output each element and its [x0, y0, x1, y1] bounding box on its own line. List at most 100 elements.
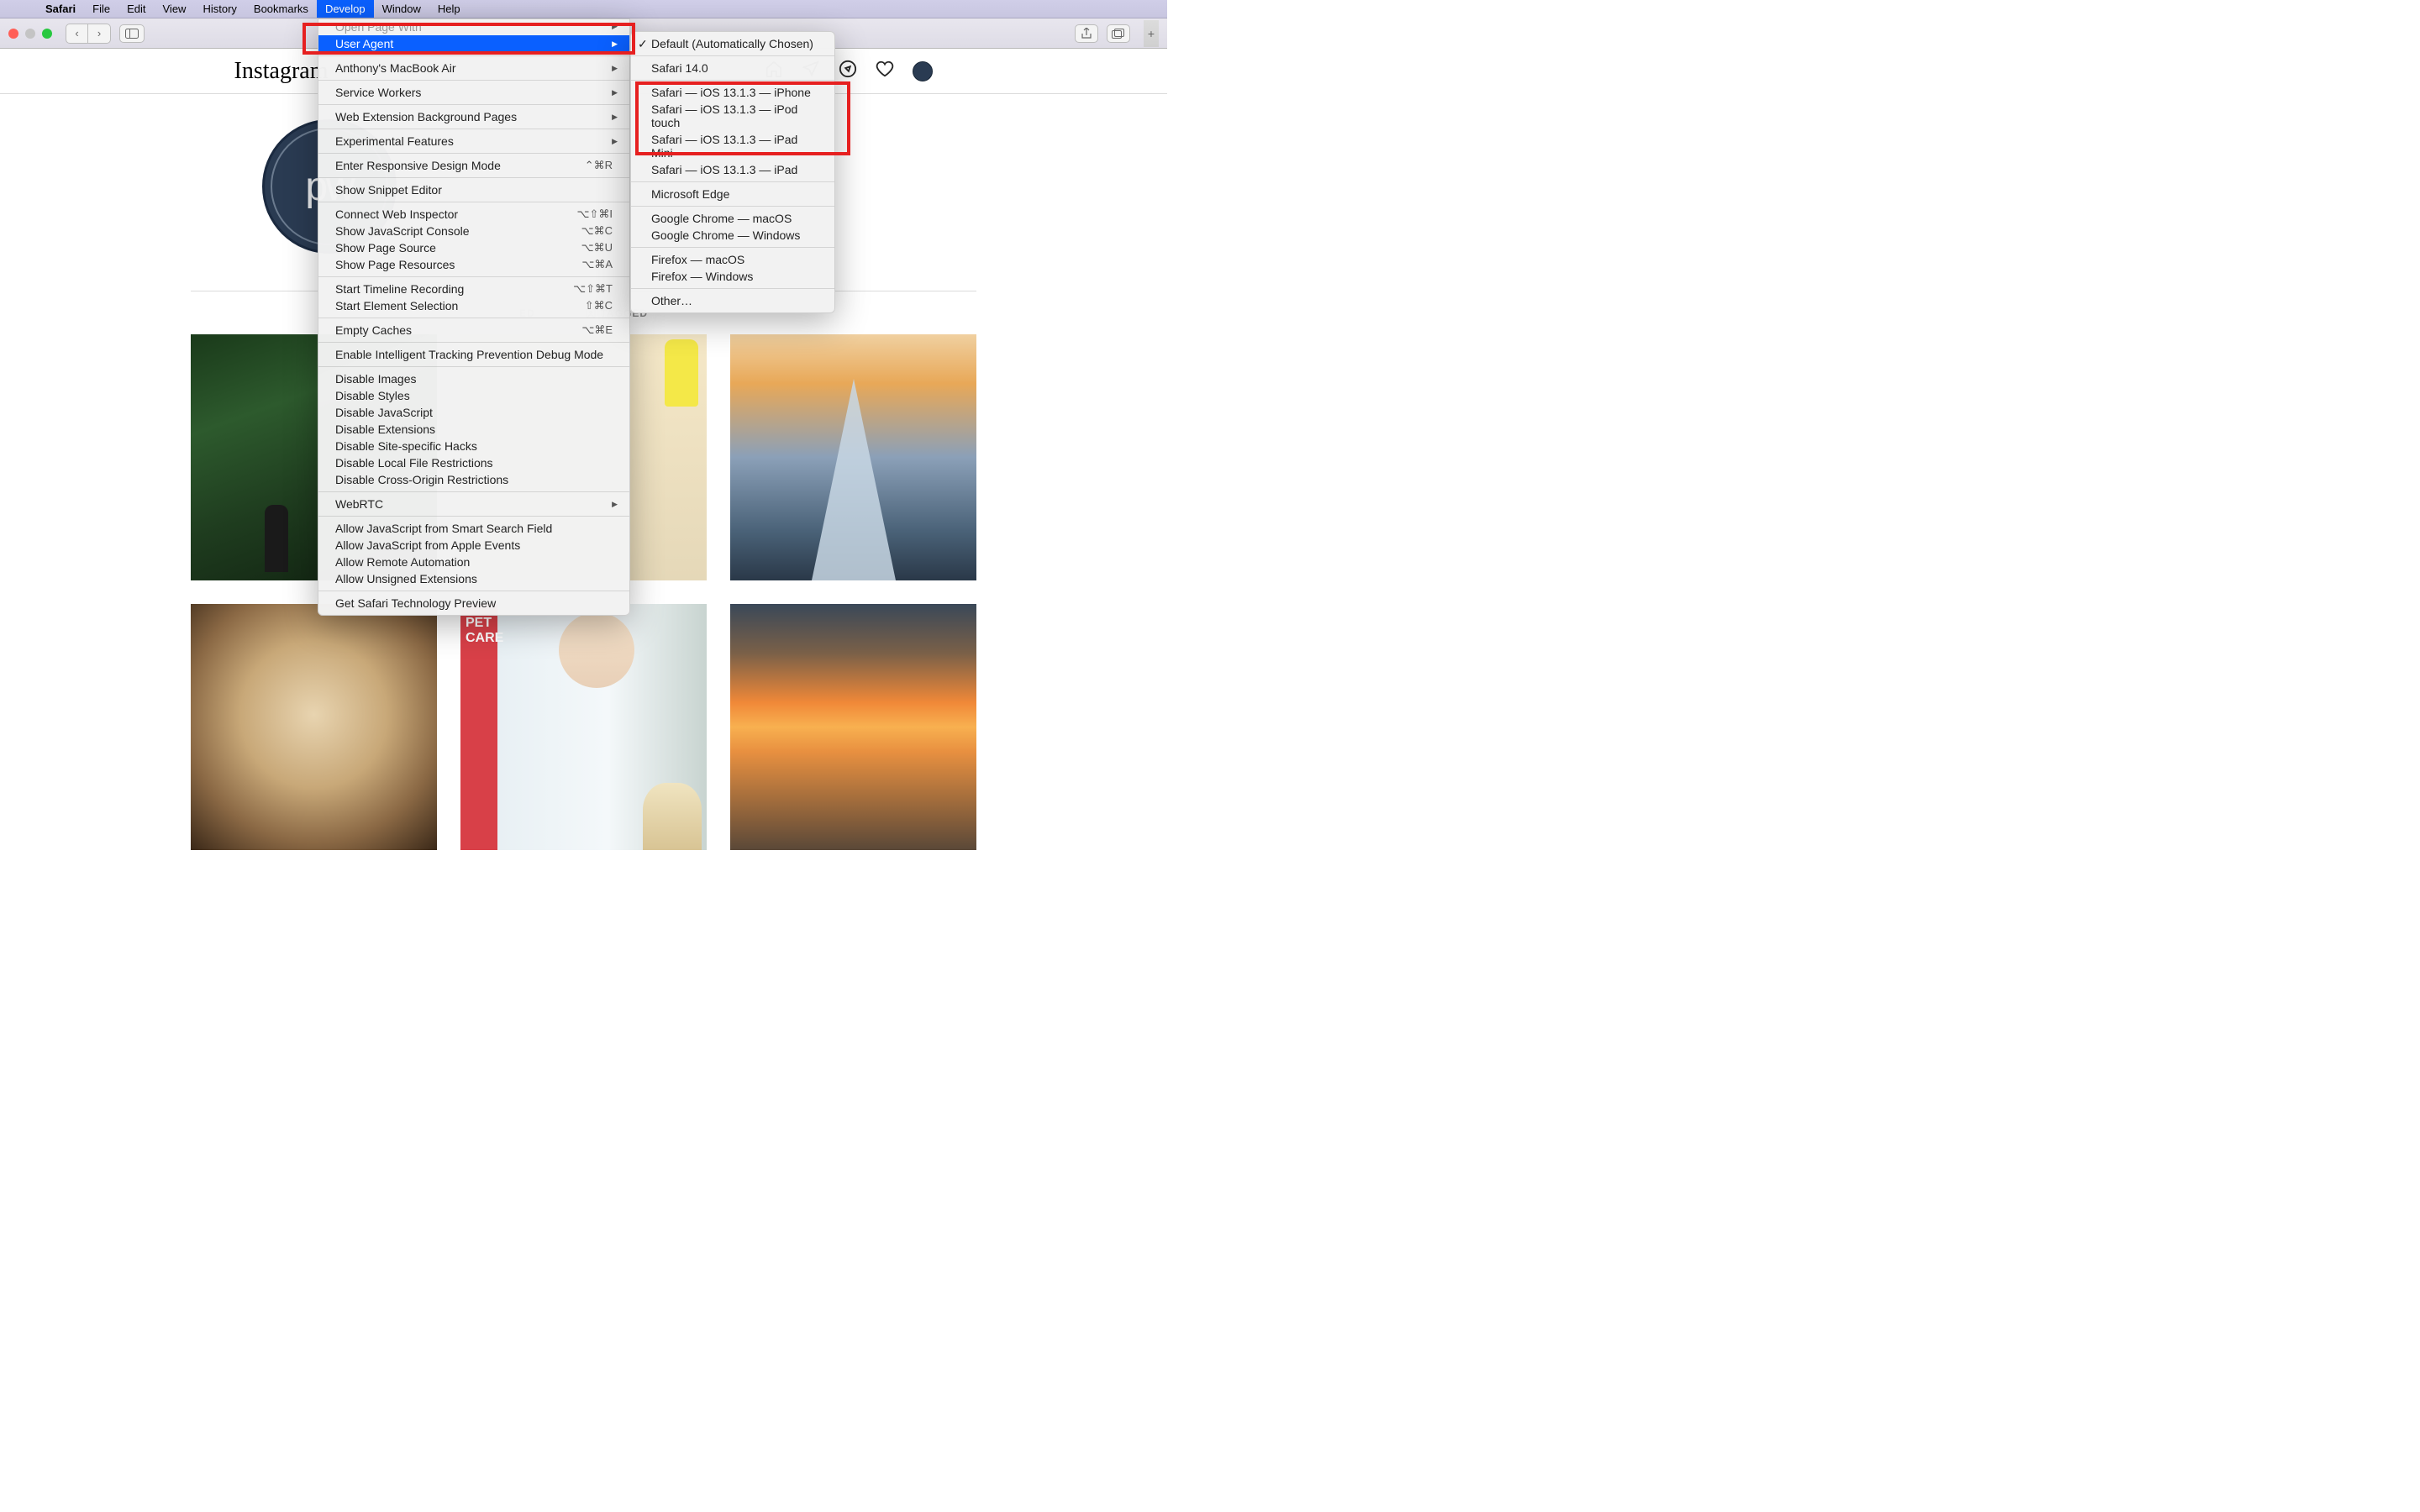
post-image-content [265, 505, 288, 572]
instagram-logo[interactable]: Instagram [234, 58, 329, 85]
menu-separator [318, 177, 629, 178]
menu-item-disable-local-file[interactable]: Disable Local File Restrictions [318, 454, 629, 471]
post-thumbnail[interactable] [191, 604, 437, 850]
menu-item-responsive[interactable]: Enter Responsive Design Mode⌃⌘R [318, 157, 629, 174]
menu-separator [631, 247, 834, 248]
new-tab-button[interactable]: + [1144, 20, 1159, 47]
menu-item-experimental[interactable]: Experimental Features [318, 133, 629, 150]
ua-edge[interactable]: Microsoft Edge [631, 186, 834, 202]
shortcut: ⌃⌘R [585, 159, 613, 172]
develop-menu-dropdown: Open Page With User Agent Anthony's MacB… [318, 18, 630, 616]
window-controls [8, 29, 52, 39]
menu-window[interactable]: Window [374, 0, 429, 18]
ua-other[interactable]: Other… [631, 292, 834, 309]
menu-separator [631, 181, 834, 182]
menu-develop[interactable]: Develop [317, 0, 374, 18]
menu-item-element-selection[interactable]: Start Element Selection⇧⌘C [318, 297, 629, 314]
nav-buttons: ‹ › [66, 24, 111, 44]
close-window-button[interactable] [8, 29, 18, 39]
menu-separator [631, 55, 834, 56]
post-thumbnail[interactable]: PETCARE [460, 604, 707, 850]
menu-item-disable-images[interactable]: Disable Images [318, 370, 629, 387]
menu-history[interactable]: History [194, 0, 245, 18]
share-button[interactable] [1075, 24, 1098, 43]
menu-separator [318, 153, 629, 154]
ua-firefox-win[interactable]: Firefox — Windows [631, 268, 834, 285]
menu-item-empty-caches[interactable]: Empty Caches⌥⌘E [318, 322, 629, 339]
menu-file[interactable]: File [84, 0, 118, 18]
menu-item-js-console[interactable]: Show JavaScript Console⌥⌘C [318, 223, 629, 239]
menu-separator [318, 104, 629, 105]
menu-edit[interactable]: Edit [118, 0, 154, 18]
menu-item-allow-remote[interactable]: Allow Remote Automation [318, 554, 629, 570]
menu-separator [318, 366, 629, 367]
menu-item-webrtc[interactable]: WebRTC [318, 496, 629, 512]
ua-firefox-mac[interactable]: Firefox — macOS [631, 251, 834, 268]
ua-chrome-win[interactable]: Google Chrome — Windows [631, 227, 834, 244]
menu-separator [318, 276, 629, 277]
zoom-window-button[interactable] [42, 29, 52, 39]
post-thumbnail[interactable] [730, 334, 976, 580]
menu-item-service-workers[interactable]: Service Workers [318, 84, 629, 101]
menu-separator [631, 288, 834, 289]
menu-item-page-resources[interactable]: Show Page Resources⌥⌘A [318, 256, 629, 273]
menu-separator [631, 80, 834, 81]
activity-icon[interactable] [876, 60, 894, 82]
explore-icon[interactable] [839, 60, 857, 82]
menu-item-timeline[interactable]: Start Timeline Recording⌥⇧⌘T [318, 281, 629, 297]
apple-menu-icon[interactable] [13, 3, 27, 16]
sidebar-button[interactable] [119, 24, 145, 43]
menu-item-allow-js-apple[interactable]: Allow JavaScript from Apple Events [318, 537, 629, 554]
ua-safari14[interactable]: Safari 14.0 [631, 60, 834, 76]
ua-ios-ipadmini[interactable]: Safari — iOS 13.1.3 — iPad Mini [631, 131, 834, 161]
menu-item-disable-extensions[interactable]: Disable Extensions [318, 421, 629, 438]
ua-ios-ipad[interactable]: Safari — iOS 13.1.3 — iPad [631, 161, 834, 178]
profile-avatar-small[interactable] [913, 61, 933, 81]
minimize-window-button[interactable] [25, 29, 35, 39]
menu-separator [318, 55, 629, 56]
post-image-content [665, 339, 698, 407]
post-thumbnail[interactable] [730, 604, 976, 850]
ua-default[interactable]: Default (Automatically Chosen) [631, 35, 834, 52]
menu-item-page-source[interactable]: Show Page Source⌥⌘U [318, 239, 629, 256]
shortcut: ⌥⌘C [581, 224, 613, 238]
menu-item-connect-web-inspector[interactable]: Connect Web Inspector⌥⇧⌘I [318, 206, 629, 223]
menu-item-get-stp[interactable]: Get Safari Technology Preview [318, 595, 629, 612]
post-image-text: PETCARE [466, 616, 503, 645]
menu-item-itp-debug[interactable]: Enable Intelligent Tracking Prevention D… [318, 346, 629, 363]
menu-item-device[interactable]: Anthony's MacBook Air [318, 60, 629, 76]
menu-item-disable-styles[interactable]: Disable Styles [318, 387, 629, 404]
menu-item-user-agent[interactable]: User Agent [318, 35, 629, 52]
ua-ios-ipod[interactable]: Safari — iOS 13.1.3 — iPod touch [631, 101, 834, 131]
menu-item-disable-site-hacks[interactable]: Disable Site-specific Hacks [318, 438, 629, 454]
shortcut: ⌥⇧⌘T [573, 282, 613, 296]
menu-separator [318, 516, 629, 517]
shortcut: ⌥⇧⌘I [577, 207, 613, 221]
shortcut: ⌥⌘E [581, 323, 613, 337]
menu-view[interactable]: View [155, 0, 195, 18]
macos-menubar: Safari File Edit View History Bookmarks … [0, 0, 1167, 18]
menu-separator [318, 80, 629, 81]
tabs-button[interactable] [1107, 24, 1130, 43]
menu-item-disable-js[interactable]: Disable JavaScript [318, 404, 629, 421]
menu-item-disable-cors[interactable]: Disable Cross-Origin Restrictions [318, 471, 629, 488]
menu-separator [318, 491, 629, 492]
tabs-icon [1112, 29, 1125, 39]
shortcut: ⇧⌘C [585, 299, 613, 312]
forward-button[interactable]: › [88, 24, 110, 43]
menu-item-allow-js-smart[interactable]: Allow JavaScript from Smart Search Field [318, 520, 629, 537]
shortcut: ⌥⌘A [581, 258, 613, 271]
back-button[interactable]: ‹ [66, 24, 88, 43]
menu-item-snippet[interactable]: Show Snippet Editor [318, 181, 629, 198]
menu-item-allow-unsigned[interactable]: Allow Unsigned Extensions [318, 570, 629, 587]
menu-separator [318, 342, 629, 343]
sidebar-icon [125, 29, 139, 39]
ua-ios-iphone[interactable]: Safari — iOS 13.1.3 — iPhone [631, 84, 834, 101]
menu-item-web-ext-bg[interactable]: Web Extension Background Pages [318, 108, 629, 125]
app-menu[interactable]: Safari [37, 0, 84, 18]
post-image-content [559, 612, 634, 688]
ua-chrome-mac[interactable]: Google Chrome — macOS [631, 210, 834, 227]
menu-bookmarks[interactable]: Bookmarks [245, 0, 317, 18]
menu-item-open-page-with[interactable]: Open Page With [318, 19, 629, 35]
menu-help[interactable]: Help [429, 0, 469, 18]
